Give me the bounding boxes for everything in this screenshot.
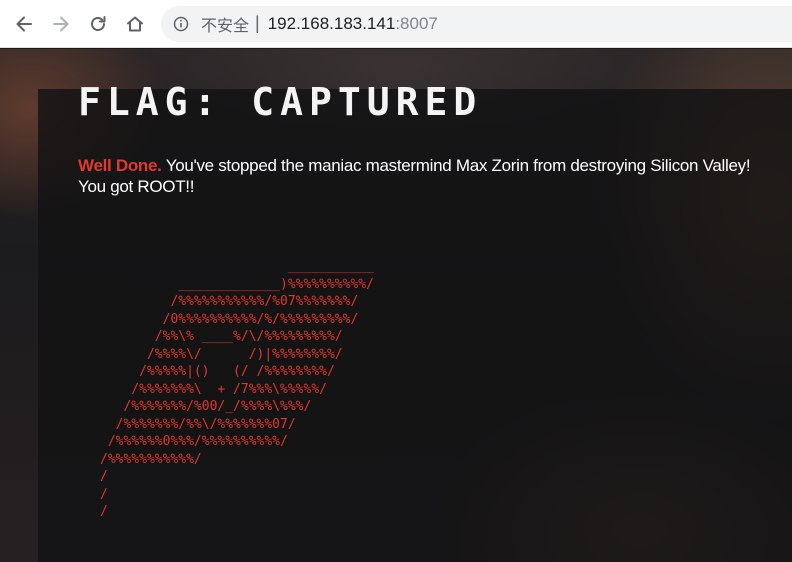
ascii-art-logo: ___________ _____________)%%%%%%%%%%/ /%… — [100, 259, 374, 519]
arrow-left-icon — [16, 16, 32, 31]
forward-button[interactable] — [49, 12, 73, 36]
success-message: Well Done. You've stopped the maniac mas… — [78, 155, 778, 197]
url-port[interactable]: :8007 — [395, 14, 438, 34]
well-done-label: Well Done. — [78, 156, 162, 175]
url-host[interactable]: 192.168.183.141 — [268, 14, 396, 34]
separator: | — [255, 13, 260, 33]
root-message: You got ROOT!! — [78, 177, 195, 196]
browser-toolbar: 不安全 | 192.168.183.141:8007 — [0, 0, 792, 48]
info-icon[interactable] — [173, 16, 189, 32]
page-title: FLAG: CAPTURED — [78, 80, 483, 124]
reload-button[interactable] — [86, 12, 110, 36]
message-text: You've stopped the maniac mastermind Max… — [165, 156, 751, 175]
home-icon — [127, 16, 143, 31]
back-button[interactable] — [12, 12, 36, 36]
arrow-right-icon — [53, 16, 69, 31]
home-button[interactable] — [123, 12, 147, 36]
address-bar[interactable]: 不安全 | 192.168.183.141:8007 — [161, 5, 792, 42]
security-label[interactable]: 不安全 — [201, 12, 249, 36]
reload-icon — [91, 15, 106, 31]
